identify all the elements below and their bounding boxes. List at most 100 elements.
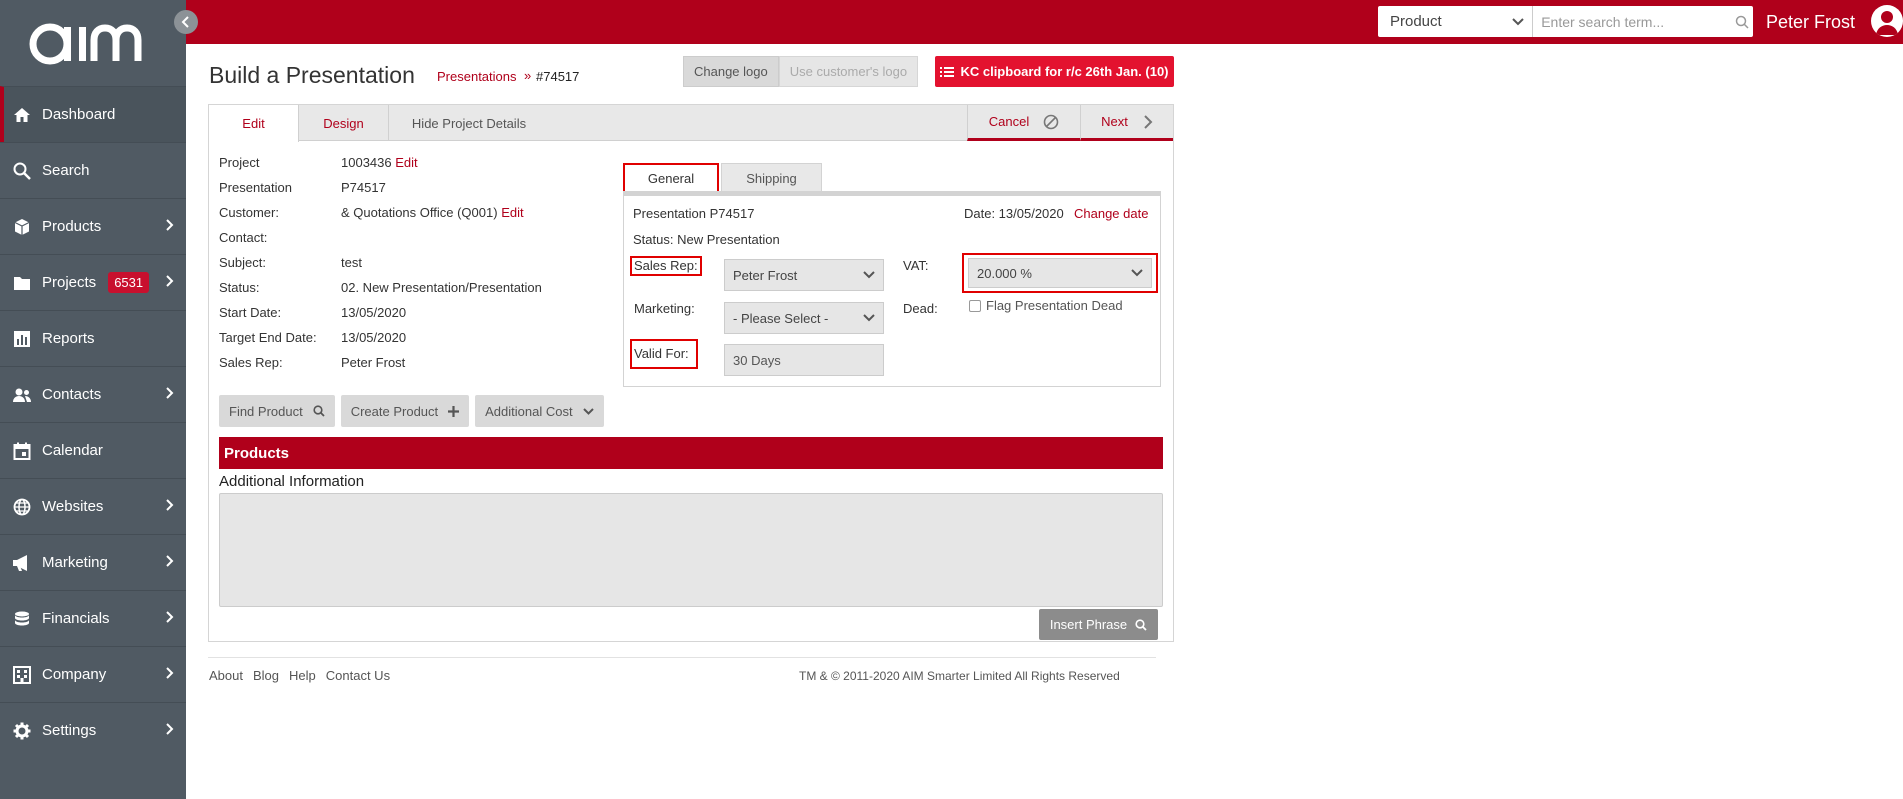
sidebar-item-marketing[interactable]: Marketing bbox=[0, 534, 186, 590]
clipboard-label: KC clipboard for r/c 26th Jan. (10) bbox=[960, 64, 1169, 79]
sidebar-nav: Dashboard Search Products Projects 6531 … bbox=[0, 86, 186, 758]
flag-dead-checkbox[interactable] bbox=[969, 300, 981, 312]
vat-label: VAT: bbox=[903, 258, 929, 273]
sales-rep-select[interactable]: Peter Frost bbox=[724, 259, 884, 291]
customer-edit-link[interactable]: Edit bbox=[501, 205, 523, 220]
footer-links: About Blog Help Contact Us bbox=[209, 668, 390, 683]
vat-select[interactable]: 20.000 % bbox=[968, 258, 1152, 288]
sidebar-item-label: Settings bbox=[42, 722, 97, 739]
footer-contact-link[interactable]: Contact Us bbox=[326, 668, 390, 683]
additional-cost-label: Additional Cost bbox=[485, 403, 573, 419]
additional-cost-dropdown[interactable]: Additional Cost bbox=[475, 395, 604, 427]
tab-shipping[interactable]: Shipping bbox=[721, 163, 822, 193]
search-icon[interactable] bbox=[1730, 15, 1753, 29]
detail-label: Start Date: bbox=[219, 305, 282, 320]
insert-phrase-label: Insert Phrase bbox=[1049, 617, 1128, 632]
sidebar-item-label: Marketing bbox=[42, 554, 108, 571]
status-label: Status: bbox=[633, 232, 674, 247]
general-panel: Presentation P74517 Date: 13/05/2020 Cha… bbox=[623, 191, 1161, 387]
bar-chart-icon bbox=[12, 329, 32, 349]
tab-edit[interactable]: Edit bbox=[209, 105, 299, 142]
next-button[interactable]: Next bbox=[1080, 105, 1173, 141]
avatar[interactable] bbox=[1871, 5, 1903, 37]
user-avatar-icon bbox=[1876, 11, 1898, 35]
project-edit-link[interactable]: Edit bbox=[395, 155, 417, 170]
globe-icon bbox=[12, 497, 32, 517]
change-date-link[interactable]: Change date bbox=[1074, 206, 1148, 221]
sidebar: Dashboard Search Products Projects 6531 … bbox=[0, 0, 198, 799]
tab-design[interactable]: Design bbox=[299, 105, 389, 141]
collapse-sidebar-button[interactable] bbox=[174, 10, 198, 34]
detail-label: Project bbox=[219, 155, 260, 170]
status-row: Status: New Presentation bbox=[633, 232, 780, 247]
date-value: Date: 13/05/2020 bbox=[964, 206, 1064, 221]
gear-icon bbox=[12, 721, 32, 741]
change-logo-button[interactable]: Change logo bbox=[683, 56, 779, 87]
chevron-down-icon bbox=[863, 314, 875, 322]
sidebar-item-products[interactable]: Products bbox=[0, 198, 186, 254]
sales-rep-value: Peter Frost bbox=[341, 355, 406, 370]
sidebar-item-calendar[interactable]: Calendar bbox=[0, 422, 186, 478]
additional-information-title: Additional Information bbox=[219, 473, 365, 490]
breadcrumb-separator: » bbox=[524, 68, 532, 83]
sidebar-item-label: Contacts bbox=[42, 386, 102, 403]
sidebar-item-projects[interactable]: Projects 6531 bbox=[0, 254, 186, 310]
valid-for-label: Valid For: bbox=[634, 346, 689, 361]
search-input[interactable] bbox=[1533, 6, 1731, 37]
sidebar-item-company[interactable]: Company bbox=[0, 646, 186, 702]
footer-blog-link[interactable]: Blog bbox=[253, 668, 279, 683]
sidebar-item-label: Search bbox=[42, 162, 90, 179]
sidebar-item-label: Financials bbox=[42, 610, 110, 627]
projects-count-badge: 6531 bbox=[108, 272, 150, 293]
flag-dead-label[interactable]: Flag Presentation Dead bbox=[986, 298, 1123, 313]
detail-label: Subject: bbox=[219, 255, 266, 270]
breadcrumb-presentations-link[interactable]: Presentations bbox=[437, 69, 517, 84]
list-icon bbox=[940, 66, 955, 77]
use-customer-logo-button[interactable]: Use customer's logo bbox=[778, 56, 919, 87]
customer-name: & Quotations Office (Q001) bbox=[341, 205, 498, 220]
tab-general[interactable]: General bbox=[623, 163, 719, 193]
sidebar-item-dashboard[interactable]: Dashboard bbox=[0, 86, 186, 142]
presentation-title: Presentation P74517 bbox=[633, 206, 755, 221]
dead-label: Dead: bbox=[903, 301, 938, 316]
sidebar-item-label: Websites bbox=[42, 498, 104, 515]
cancel-button[interactable]: Cancel bbox=[967, 105, 1080, 141]
hide-project-details-button[interactable]: Hide Project Details bbox=[389, 105, 549, 141]
sidebar-item-reports[interactable]: Reports bbox=[0, 310, 186, 366]
status-value: New Presentation bbox=[677, 232, 780, 247]
insert-phrase-button[interactable]: Insert Phrase bbox=[1039, 609, 1158, 640]
page-title: Build a Presentation bbox=[209, 62, 415, 88]
sidebar-item-label: Calendar bbox=[42, 442, 103, 459]
megaphone-icon bbox=[12, 553, 32, 573]
cancel-label: Cancel bbox=[988, 114, 1030, 129]
create-product-button[interactable]: Create Product bbox=[340, 395, 470, 427]
sidebar-item-financials[interactable]: Financials bbox=[0, 590, 186, 646]
additional-information-textarea[interactable] bbox=[219, 493, 1163, 607]
status-value: 02. New Presentation/Presentation bbox=[341, 280, 542, 295]
detail-label: Customer: bbox=[219, 205, 279, 220]
footer-help-link[interactable]: Help bbox=[289, 668, 316, 683]
aim-logo[interactable] bbox=[28, 18, 153, 69]
footer-about-link[interactable]: About bbox=[209, 668, 243, 683]
find-product-button[interactable]: Find Product bbox=[219, 395, 335, 427]
valid-for-input[interactable]: 30 Days bbox=[724, 344, 884, 376]
find-product-label: Find Product bbox=[229, 403, 303, 419]
sidebar-item-settings[interactable]: Settings bbox=[0, 702, 186, 758]
panel-tab-bar: Edit Design Hide Project Details Cancel … bbox=[209, 105, 1173, 142]
search-icon bbox=[12, 161, 32, 181]
search-category-value: Product bbox=[1390, 13, 1442, 30]
marketing-value: - Please Select - bbox=[733, 310, 829, 326]
marketing-select[interactable]: - Please Select - bbox=[724, 302, 884, 334]
detail-label: Contact: bbox=[219, 230, 268, 245]
sidebar-item-websites[interactable]: Websites bbox=[0, 478, 186, 534]
sidebar-item-search[interactable]: Search bbox=[0, 142, 186, 198]
sales-rep-value: Peter Frost bbox=[733, 267, 798, 283]
sidebar-item-contacts[interactable]: Contacts bbox=[0, 366, 186, 422]
folder-icon bbox=[12, 273, 32, 293]
sidebar-item-label: Projects bbox=[42, 274, 97, 291]
user-name[interactable]: Peter Frost bbox=[1766, 12, 1855, 33]
clipboard-button[interactable]: KC clipboard for r/c 26th Jan. (10) bbox=[935, 56, 1174, 87]
search-category-select[interactable]: Product bbox=[1378, 6, 1534, 37]
sidebar-item-label: Reports bbox=[42, 330, 95, 347]
chevron-down-icon bbox=[863, 271, 875, 279]
